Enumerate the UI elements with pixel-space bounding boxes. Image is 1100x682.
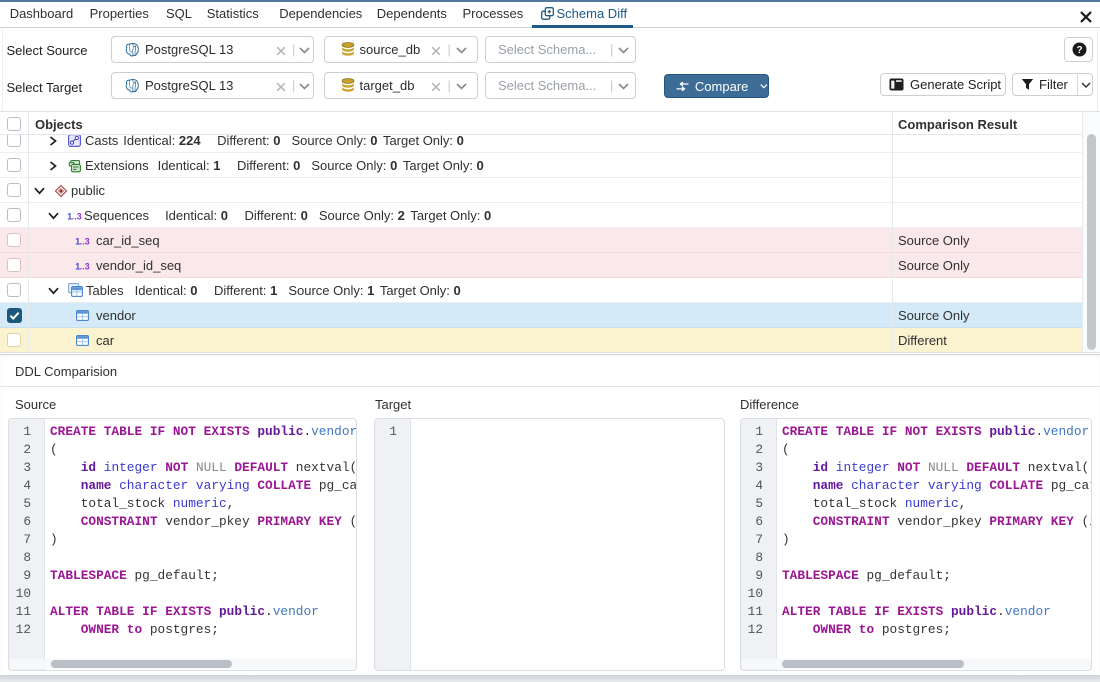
svg-text:?: ? <box>1076 45 1082 56</box>
svg-text:3: 3 <box>85 237 90 247</box>
svg-text:3: 3 <box>77 212 82 222</box>
svg-text:3: 3 <box>85 262 90 272</box>
